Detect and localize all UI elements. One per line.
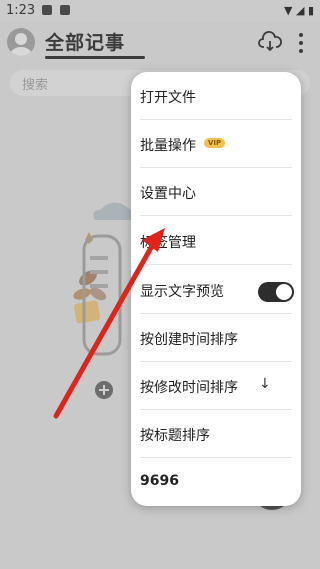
menu-item-label: 设置中心	[140, 186, 196, 202]
preview-toggle[interactable]	[258, 282, 294, 302]
status-bar: 1:23 ▼ ◢ ▮	[0, 0, 320, 22]
menu-item-label: 标签管理	[140, 235, 196, 251]
arrow-down-icon: ↓	[259, 376, 271, 392]
app-header: 全部记事	[0, 22, 320, 64]
menu-item-label: 按修改时间排序	[140, 380, 238, 396]
image-icon	[42, 5, 52, 15]
menu-item-label: 9696	[140, 473, 179, 489]
menu-item-label: 批量操作	[140, 138, 196, 154]
menu-item-label: 显示文字预览	[140, 284, 224, 300]
menu-item-batch-operation[interactable]: 批量操作 VIP	[140, 120, 292, 168]
overflow-menu: 打开文件 批量操作 VIP 设置中心 标签管理 显示文字预览 按创建时间排序 按…	[131, 72, 301, 506]
cloud-download-icon[interactable]	[258, 31, 282, 53]
menu-item-label: 打开文件	[140, 90, 196, 106]
vip-badge: VIP	[204, 138, 226, 148]
search-placeholder: 搜索	[22, 78, 49, 93]
menu-item-open-file[interactable]: 打开文件	[140, 72, 292, 120]
title-underline	[45, 56, 145, 59]
battery-icon: ▮	[307, 4, 314, 17]
menu-item-label: 按标题排序	[140, 428, 210, 444]
avatar-icon[interactable]	[7, 28, 35, 56]
menu-item-settings[interactable]: 设置中心	[140, 168, 292, 216]
menu-item-show-text-preview[interactable]: 显示文字预览	[140, 266, 294, 314]
menu-item-sort-modified[interactable]: 按修改时间排序 ↓	[140, 362, 292, 410]
system-icons: ▼ ◢ ▮	[284, 4, 314, 17]
menu-item-sort-title[interactable]: 按标题排序	[140, 410, 292, 458]
page-title[interactable]: 全部记事	[45, 28, 125, 55]
menu-item-label: 按创建时间排序	[140, 332, 238, 348]
menu-item-9696[interactable]: 9696	[140, 458, 292, 506]
more-vert-icon[interactable]	[296, 32, 306, 54]
notification-icon	[60, 5, 70, 15]
signal-icon: ◢	[295, 4, 305, 17]
status-time: 1:23	[6, 3, 36, 18]
wifi-icon: ▼	[284, 4, 293, 17]
menu-item-tag-management[interactable]: 标签管理	[140, 217, 292, 265]
menu-item-sort-created[interactable]: 按创建时间排序	[140, 314, 292, 362]
